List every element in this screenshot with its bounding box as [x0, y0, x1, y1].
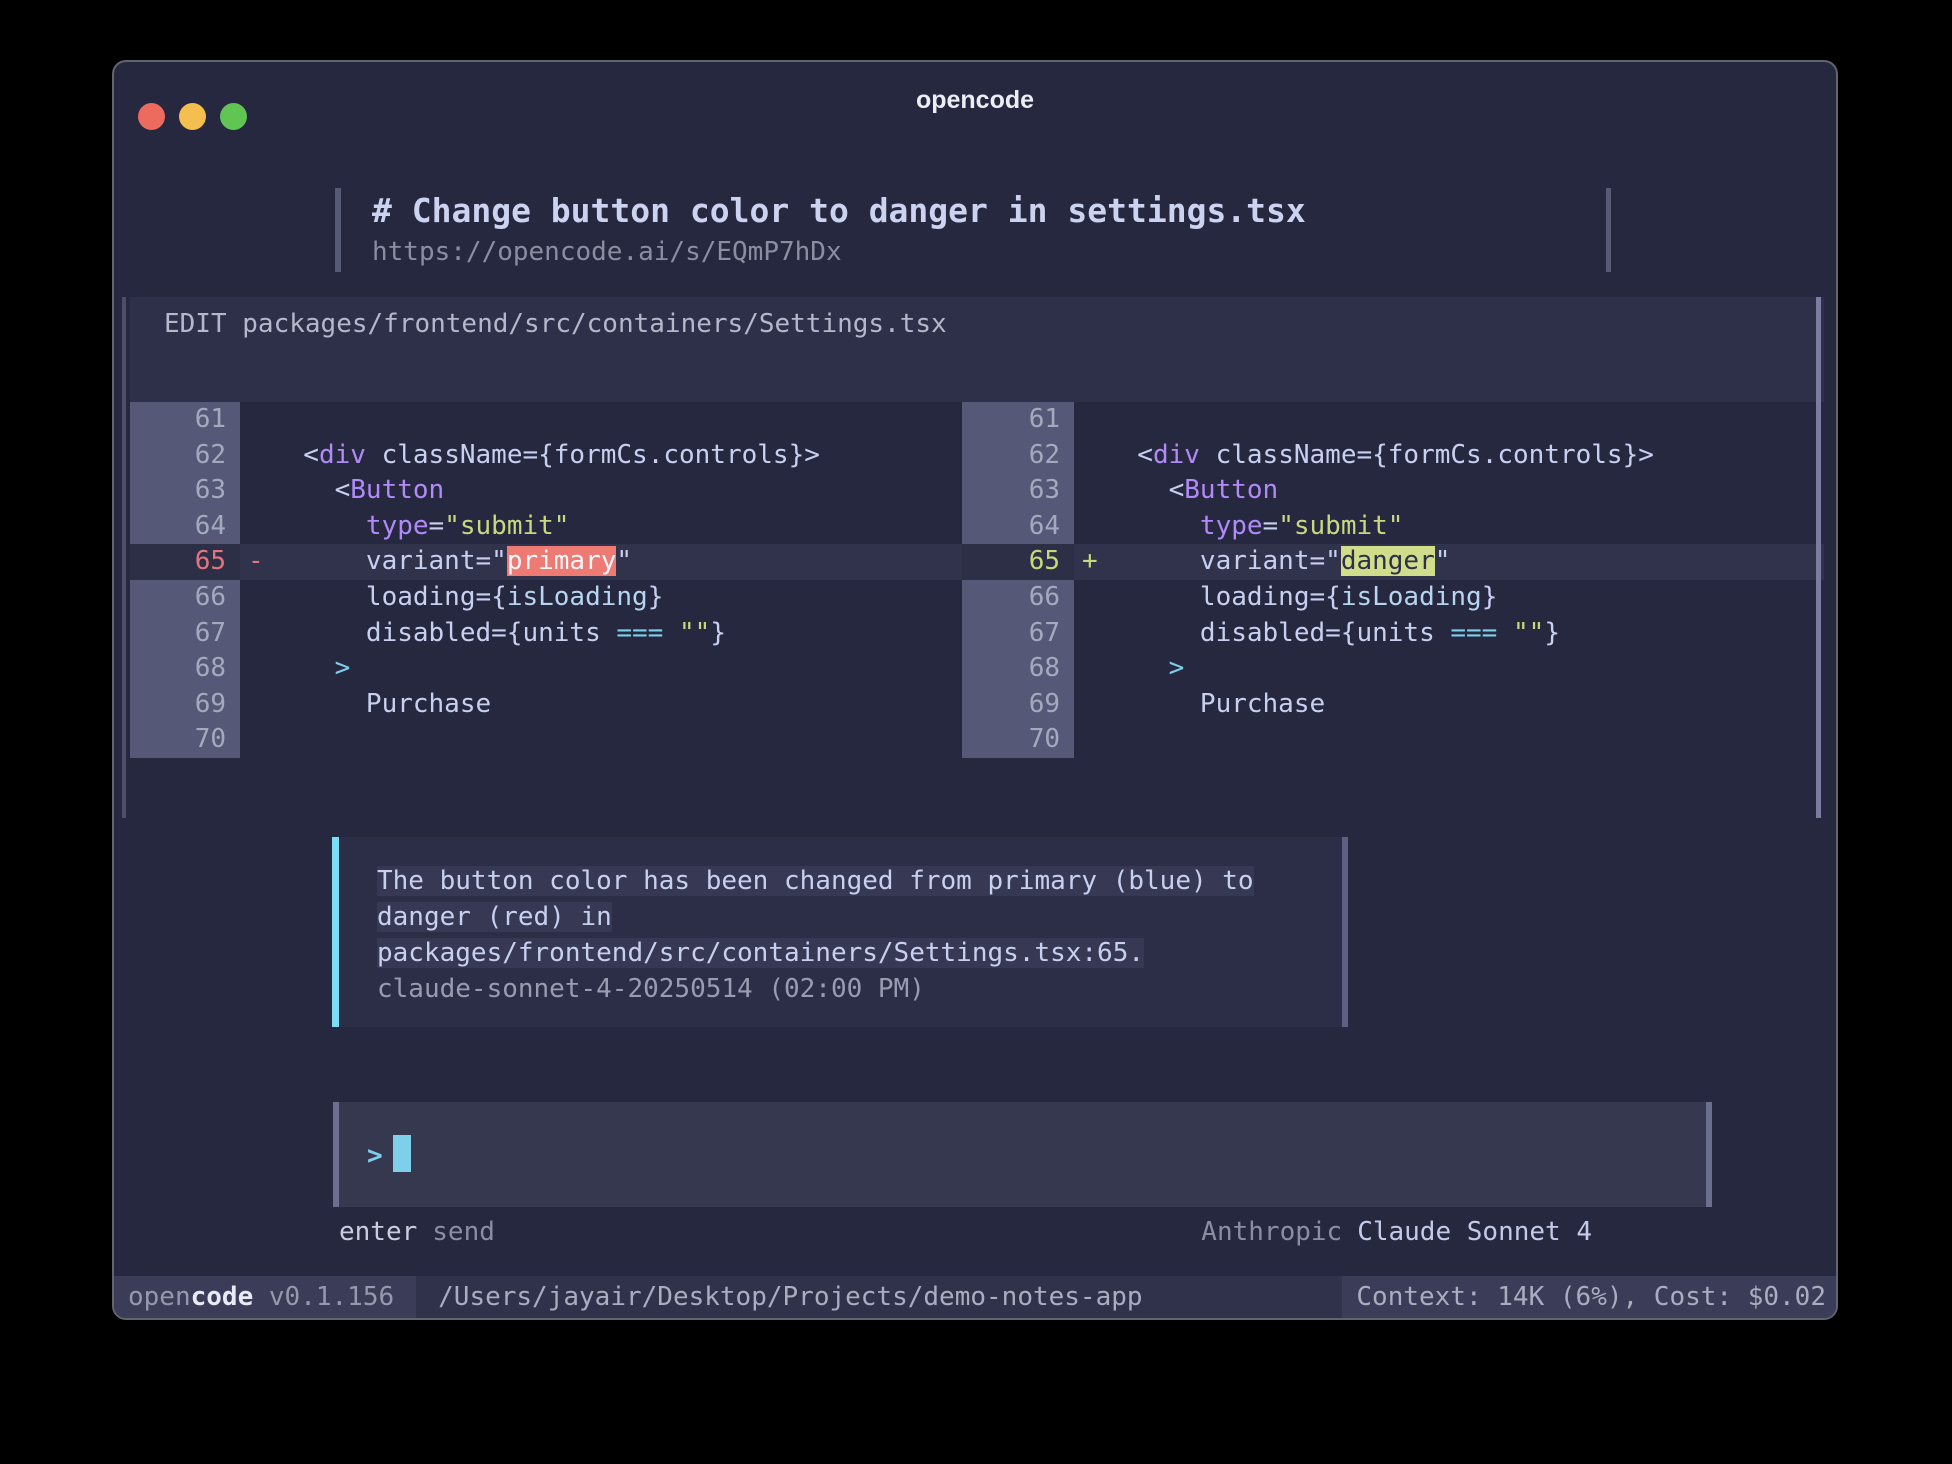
line-number-right: 69	[962, 687, 1074, 723]
diff-row: 65- variant="primary"65+ variant="danger…	[130, 544, 1824, 580]
line-number-right: 62	[962, 438, 1074, 474]
diff-code-line: >	[240, 651, 962, 687]
assistant-message-line: The button color has been changed from p…	[377, 863, 1342, 899]
window-title: opencode	[114, 86, 1836, 115]
diff-row: 61 61	[130, 402, 1824, 438]
assistant-accent-bar	[332, 837, 339, 1027]
diff-code-line	[240, 402, 962, 438]
diff-scrollbar[interactable]	[1816, 297, 1821, 818]
diff-code-line: type="submit"	[1074, 509, 1824, 545]
diff-code-line: <div className={formCs.controls}>	[240, 438, 962, 474]
app-version: v0.1.156	[253, 1282, 394, 1312]
working-directory: /Users/jayair/Desktop/Projects/demo-note…	[416, 1276, 1142, 1318]
user-message-block: # Change button color to danger in setti…	[335, 188, 1306, 272]
line-number-right: 64	[962, 509, 1074, 545]
line-number-right: 67	[962, 616, 1074, 652]
app-version-segment: opencode v0.1.156	[114, 1276, 416, 1318]
status-bar: opencode v0.1.156 /Users/jayair/Desktop/…	[114, 1276, 1836, 1318]
quote-bar-left	[335, 188, 341, 272]
diff-code-line: disabled={units === ""}	[1074, 616, 1824, 652]
provider-label: Anthropic	[1201, 1217, 1342, 1247]
diff-row: 64 type="submit"64 type="submit"	[130, 509, 1824, 545]
diff-code-line: Purchase	[1074, 687, 1824, 723]
edit-panel-left-border	[122, 297, 126, 818]
assistant-message-block: The button color has been changed from p…	[332, 837, 1348, 1027]
model-label: Claude Sonnet 4	[1357, 1217, 1592, 1247]
line-number-left: 65	[130, 544, 240, 580]
diff-row: 70 70	[130, 722, 1824, 758]
assistant-right-bar	[1342, 837, 1348, 1027]
diff-code-line	[1074, 722, 1824, 758]
line-number-left: 61	[130, 402, 240, 438]
diff-code-line: <Button	[1074, 473, 1824, 509]
diff-code-line: >	[1074, 651, 1824, 687]
assistant-message-meta: claude-sonnet-4-20250514 (02:00 PM)	[377, 971, 1342, 1007]
diff-row: 62 <div className={formCs.controls}>62 <…	[130, 438, 1824, 474]
diff-add-marker: +	[1074, 544, 1106, 580]
line-number-left: 69	[130, 687, 240, 723]
diff-row: 63 <Button63 <Button	[130, 473, 1824, 509]
diff-rows: 616162 <div className={formCs.controls}>…	[130, 402, 1824, 758]
quote-bar-right	[1606, 188, 1611, 272]
line-number-left: 66	[130, 580, 240, 616]
diff-code-line: loading={isLoading}	[240, 580, 962, 616]
edit-diff-panel: EDIT packages/frontend/src/containers/Se…	[130, 297, 1824, 758]
diff-row: 68 >68 >	[130, 651, 1824, 687]
enter-key-label: enter	[339, 1217, 417, 1247]
diff-row: 67 disabled={units === ""}67 disabled={u…	[130, 616, 1824, 652]
prompt-symbol: >	[367, 1141, 383, 1171]
app-name-open: open	[128, 1282, 191, 1312]
edit-action-label: EDIT	[164, 309, 227, 339]
send-action-label: send	[432, 1217, 495, 1247]
edit-file-path: packages/frontend/src/containers/Setting…	[242, 309, 946, 339]
assistant-message-text: The button color has been changed from p…	[377, 863, 1342, 971]
line-number-left: 70	[130, 722, 240, 758]
prompt-input-field[interactable]: >	[339, 1102, 1706, 1207]
line-number-right: 66	[962, 580, 1074, 616]
diff-code-line: <Button	[240, 473, 962, 509]
edit-header: EDIT packages/frontend/src/containers/Se…	[130, 297, 1824, 402]
diff-row: 66 loading={isLoading}66 loading={isLoad…	[130, 580, 1824, 616]
opencode-window: opencode # Change button color to danger…	[112, 60, 1838, 1320]
line-number-right: 61	[962, 402, 1074, 438]
line-number-right: 70	[962, 722, 1074, 758]
diff-code-line: - variant="primary"	[240, 544, 962, 580]
diff-code-line	[1074, 402, 1824, 438]
model-indicator: Anthropic Claude Sonnet 4	[1201, 1214, 1592, 1250]
line-number-left: 67	[130, 616, 240, 652]
input-right-border	[1706, 1102, 1712, 1207]
line-number-left: 62	[130, 438, 240, 474]
share-url: https://opencode.ai/s/EQmP7hDx	[372, 234, 1306, 270]
line-number-right: 63	[962, 473, 1074, 509]
context-cost-segment: Context: 14K (6%), Cost: $0.02	[1342, 1276, 1836, 1318]
diff-code-line: Purchase	[240, 687, 962, 723]
enter-hint: enter send	[339, 1214, 495, 1250]
input-footer: enter send Anthropic Claude Sonnet 4	[339, 1214, 1592, 1250]
line-number-left: 64	[130, 509, 240, 545]
diff-code-line: disabled={units === ""}	[240, 616, 962, 652]
app-name-code: code	[191, 1282, 254, 1312]
line-number-left: 63	[130, 473, 240, 509]
user-message-title: # Change button color to danger in setti…	[372, 188, 1306, 234]
line-number-right: 65	[962, 544, 1074, 580]
diff-code-line: <div className={formCs.controls}>	[1074, 438, 1824, 474]
prompt-input-box[interactable]: >	[333, 1102, 1712, 1207]
line-number-left: 68	[130, 651, 240, 687]
assistant-message-line: danger (red) in	[377, 899, 1342, 935]
assistant-message-line: packages/frontend/src/containers/Setting…	[377, 935, 1342, 971]
diff-code-line: + variant="danger"	[1074, 544, 1824, 580]
title-bar: opencode	[114, 62, 1836, 142]
diff-row: 69 Purchase69 Purchase	[130, 687, 1824, 723]
text-cursor	[393, 1135, 411, 1172]
diff-code-line: loading={isLoading}	[1074, 580, 1824, 616]
line-number-right: 68	[962, 651, 1074, 687]
diff-code-line: type="submit"	[240, 509, 962, 545]
diff-del-marker: -	[240, 544, 272, 580]
diff-code-line	[240, 722, 962, 758]
